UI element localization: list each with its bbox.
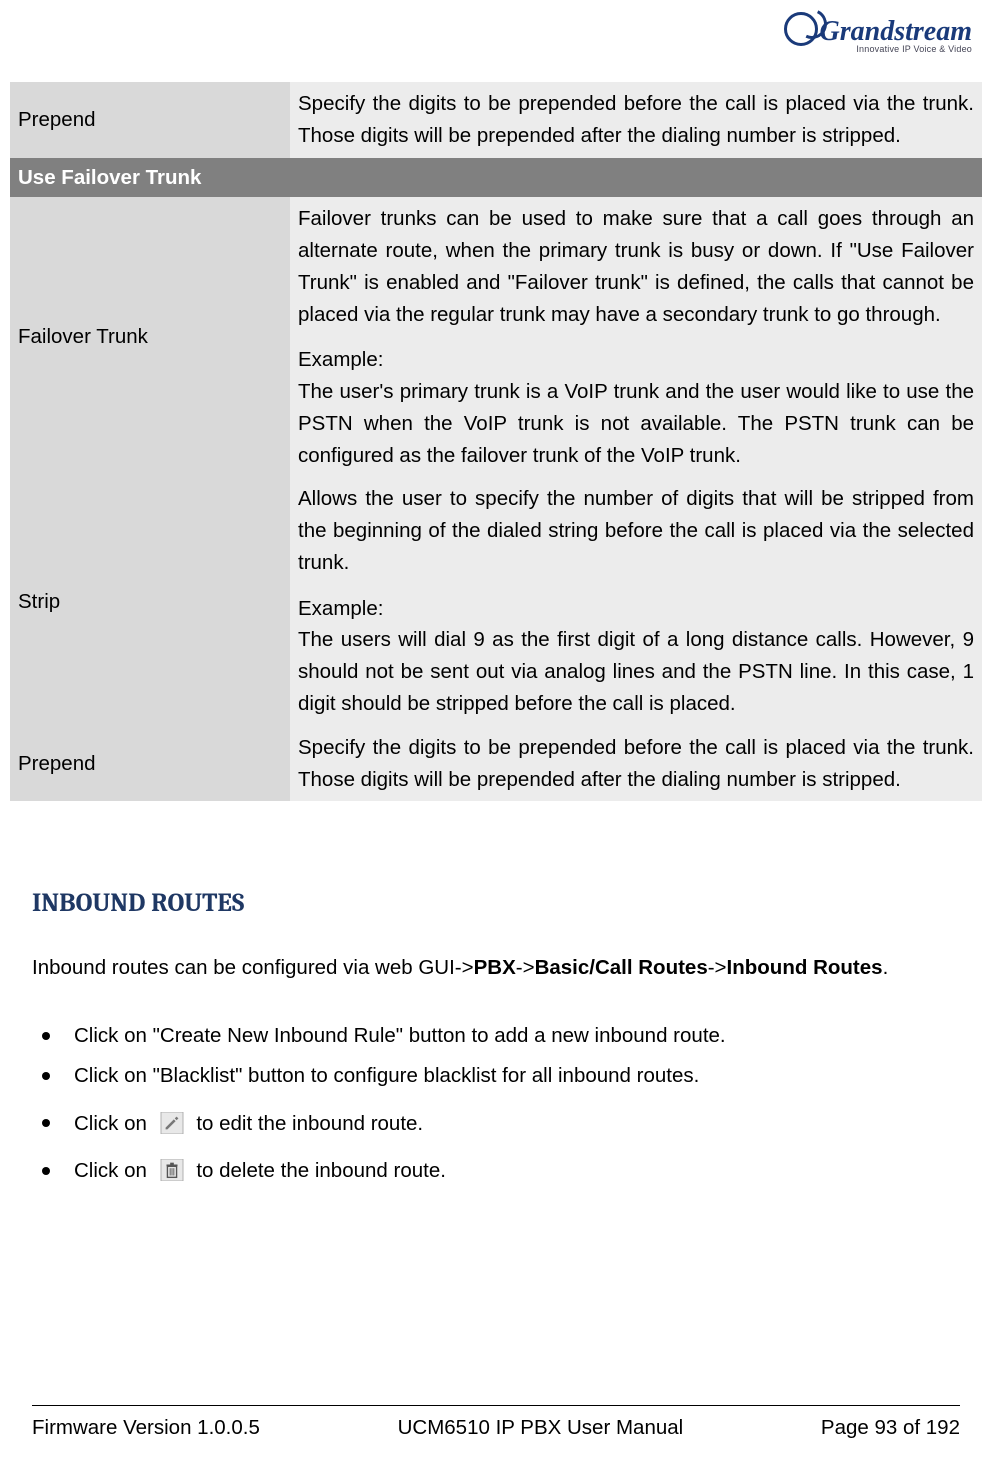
param-key: Prepend	[10, 726, 290, 802]
section-heading: INBOUND ROUTES	[32, 888, 244, 918]
bullet-icon	[42, 1032, 50, 1040]
intro-text: Inbound routes can be configured via web…	[32, 956, 474, 979]
table-row: Prepend Specify the digits to be prepend…	[10, 82, 982, 158]
footer-center: UCM6510 IP PBX User Manual	[398, 1416, 684, 1440]
list-item-post: to delete the inbound route.	[196, 1159, 446, 1182]
param-key: Failover Trunk	[10, 197, 290, 477]
param-value: Specify the digits to be prepended befor…	[290, 82, 982, 158]
bullet-icon	[42, 1119, 50, 1127]
list-item-pre: Click on	[74, 1159, 153, 1182]
footer-divider	[32, 1405, 960, 1406]
list-item: Click on "Blacklist" button to configure…	[32, 1060, 960, 1092]
list-item: Click on to delete the inbound route.	[32, 1155, 960, 1187]
param-value: Specify the digits to be prepended befor…	[290, 726, 982, 802]
param-value: Failover trunks can be used to make sure…	[290, 197, 982, 477]
param-key: Prepend	[10, 82, 290, 158]
intro-bold: PBX	[474, 956, 516, 979]
brand-logo: Grandstream Innovative IP Voice & Video	[772, 6, 972, 76]
section-header-text: Use Failover Trunk	[10, 158, 982, 198]
footer-left: Firmware Version 1.0.0.5	[32, 1416, 260, 1440]
parameters-table: Prepend Specify the digits to be prepend…	[10, 82, 982, 801]
list-item: Click on to edit the inbound route.	[32, 1108, 960, 1140]
intro-bold: Basic/Call Routes	[535, 956, 708, 979]
pencil-edit-icon	[159, 1112, 185, 1134]
intro-sep: ->	[516, 956, 535, 979]
intro-bold: Inbound Routes	[727, 956, 883, 979]
page-footer: Firmware Version 1.0.0.5 UCM6510 IP PBX …	[32, 1416, 960, 1440]
table-row: Prepend Specify the digits to be prepend…	[10, 726, 982, 802]
table-row: Failover Trunk Failover trunks can be us…	[10, 197, 982, 477]
param-paragraph: The users will dial 9 as the first digit…	[298, 624, 974, 719]
param-paragraph: Failover trunks can be used to make sure…	[298, 203, 974, 330]
param-paragraph: The user's primary trunk is a VoIP trunk…	[298, 376, 974, 471]
list-item-pre: Click on	[74, 1112, 153, 1135]
param-paragraph: Allows the user to specify the number of…	[298, 483, 974, 578]
trash-delete-icon	[159, 1159, 185, 1181]
logo-mark-icon	[784, 12, 818, 46]
list-item: Click on "Create New Inbound Rule" butto…	[32, 1020, 960, 1052]
bullets-list: Click on "Create New Inbound Rule" butto…	[32, 1020, 960, 1203]
intro-post: .	[883, 956, 889, 979]
table-section-header: Use Failover Trunk	[10, 158, 982, 198]
document-page: Grandstream Innovative IP Voice & Video …	[0, 0, 992, 1470]
list-item-text: Click on to delete the inbound route.	[74, 1155, 960, 1187]
list-item-text: Click on "Create New Inbound Rule" butto…	[74, 1020, 960, 1052]
list-item-text: Click on to edit the inbound route.	[74, 1108, 960, 1140]
footer-right: Page 93 of 192	[821, 1416, 960, 1440]
example-label: Example:	[298, 344, 974, 376]
logo-brand-text: Grandstream	[820, 16, 972, 47]
list-item-text: Click on "Blacklist" button to configure…	[74, 1060, 960, 1092]
intro-sep: ->	[708, 956, 727, 979]
param-value: Allows the user to specify the number of…	[290, 477, 982, 725]
table-row: Strip Allows the user to specify the num…	[10, 477, 982, 725]
bullet-icon	[42, 1167, 50, 1175]
bullet-icon	[42, 1072, 50, 1080]
intro-paragraph: Inbound routes can be configured via web…	[32, 952, 960, 984]
list-item-post: to edit the inbound route.	[196, 1112, 423, 1135]
example-label: Example:	[298, 593, 974, 625]
param-key: Strip	[10, 477, 290, 725]
